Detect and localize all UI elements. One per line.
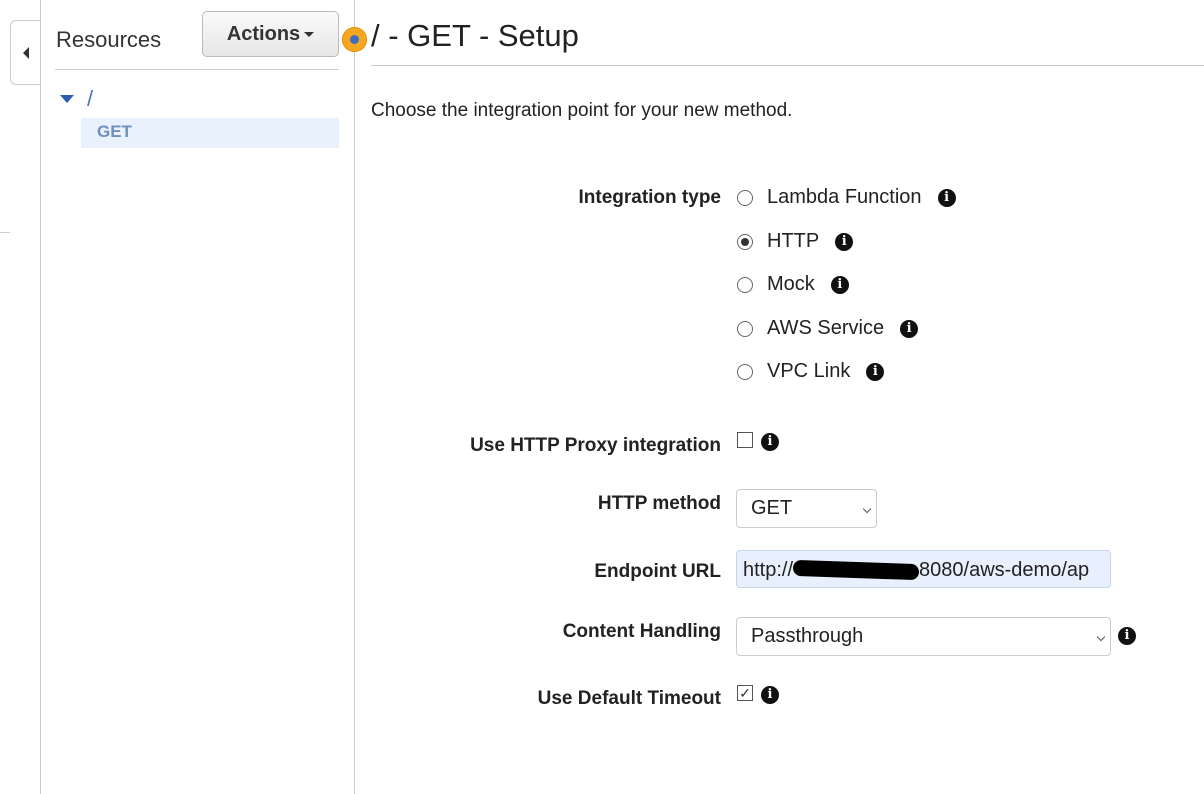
resize-handle-icon[interactable] (342, 27, 367, 52)
option-label: Mock (767, 273, 815, 295)
info-icon[interactable]: i (761, 686, 779, 704)
http-method-select[interactable]: GET (736, 489, 877, 528)
option-label: VPC Link (767, 360, 851, 382)
info-icon[interactable]: i (1118, 627, 1136, 645)
option-label: HTTP (767, 230, 820, 252)
select-value: Passthrough (751, 625, 864, 647)
collapse-sidebar-tab[interactable] (10, 20, 41, 85)
redaction-mark (792, 559, 920, 581)
select-value: GET (751, 497, 793, 519)
expand-caret-icon[interactable] (60, 95, 74, 103)
intro-text: Choose the integration point for your ne… (371, 100, 793, 121)
resource-method-get[interactable]: GET (81, 118, 339, 148)
proxy-checkbox[interactable] (737, 432, 753, 448)
proxy-label: Use HTTP Proxy integration (470, 435, 721, 456)
caret-left-icon (23, 47, 29, 59)
caret-down-icon (304, 31, 315, 37)
radio-aws-service[interactable]: AWS Service i (737, 317, 919, 340)
radio-lambda-function[interactable]: Lambda Function i (737, 186, 956, 209)
resource-root[interactable]: / (87, 86, 93, 112)
divider (55, 69, 339, 70)
radio-vpc-link[interactable]: VPC Link i (737, 360, 885, 383)
page-title: / - GET - Setup (371, 18, 579, 53)
info-icon[interactable]: i (761, 433, 779, 451)
divider (0, 232, 10, 233)
info-icon[interactable]: i (900, 319, 919, 338)
info-icon[interactable]: i (937, 188, 956, 207)
divider (371, 65, 1204, 66)
actions-button[interactable]: Actions (202, 11, 339, 57)
radio-http[interactable]: HTTP i (737, 230, 854, 253)
resources-title: Resources (56, 27, 162, 52)
chevron-down-icon (862, 504, 872, 513)
default-timeout-label: Use Default Timeout (537, 688, 721, 709)
integration-type-label: Integration type (578, 187, 721, 208)
endpoint-url-input[interactable]: http:// 8080/aws-demo/ap (736, 550, 1111, 588)
url-prefix: http:// (743, 559, 794, 581)
url-suffix: 8080/aws-demo/ap (919, 559, 1090, 581)
radio-mock[interactable]: Mock i (737, 273, 849, 296)
default-timeout-checkbox[interactable]: ✓ (737, 685, 753, 701)
info-icon[interactable]: i (830, 275, 849, 294)
resources-sidebar: Resources Actions / GET (41, 0, 355, 794)
content-handling-label: Content Handling (562, 621, 721, 642)
chevron-down-icon (1096, 632, 1106, 641)
endpoint-url-label: Endpoint URL (594, 561, 721, 582)
option-label: AWS Service (767, 317, 885, 339)
http-method-label: HTTP method (597, 493, 721, 514)
info-icon[interactable]: i (835, 232, 854, 251)
info-icon[interactable]: i (866, 362, 885, 381)
actions-label: Actions (226, 22, 301, 45)
content-handling-select[interactable]: Passthrough (736, 617, 1111, 656)
option-label: Lambda Function (767, 186, 922, 208)
